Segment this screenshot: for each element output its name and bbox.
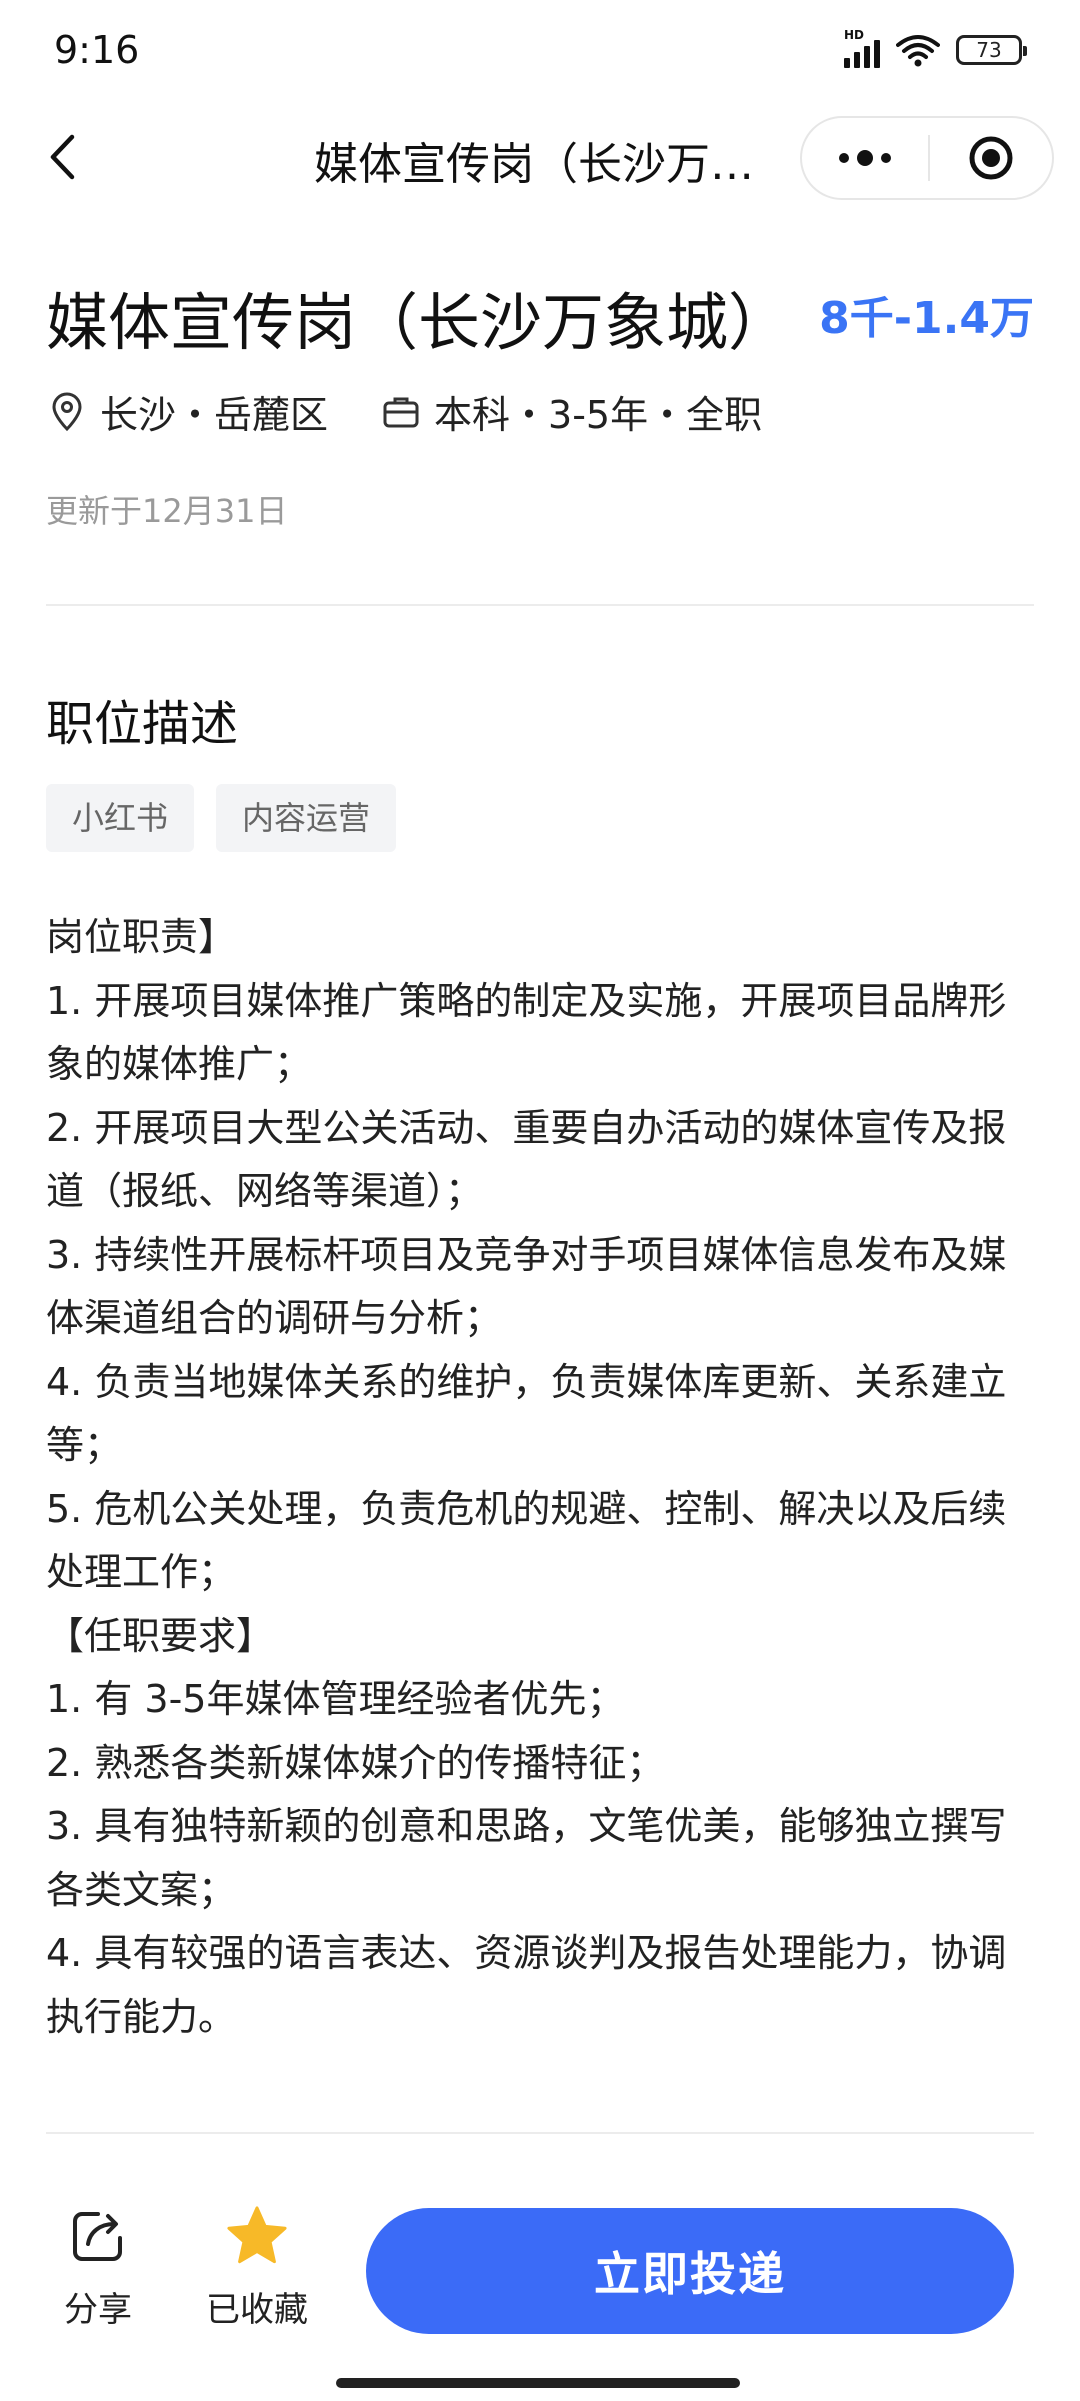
status-icons: HD 73 <box>844 28 1027 68</box>
hd-label: HD <box>844 28 865 42</box>
nav-bar: 媒体宣传岗（长沙万… <box>0 112 1080 202</box>
section-title: 职位描述 <box>46 696 239 752</box>
description-line: 1. 开展项目媒体推广策略的制定及实施，开展项目品牌形象的媒体推广； <box>46 978 1007 1087</box>
updated-date: 更新于12月31日 <box>46 492 288 530</box>
wifi-icon <box>896 35 940 67</box>
share-button[interactable]: 分享 <box>64 2204 132 2331</box>
job-salary: 8千-1.4万 <box>819 293 1034 344</box>
home-indicator <box>336 2378 740 2388</box>
status-bar: 9:16 HD 73 <box>0 0 1080 105</box>
description-line: 2. 熟悉各类新媒体媒介的传播特征； <box>46 1740 665 1785</box>
description-line: 1. 有 3-5年媒体管理经验者优先； <box>46 1677 625 1721</box>
job-description: 岗位职责】 1. 开展项目媒体推广策略的制定及实施，开展项目品牌形象的媒体推广；… <box>46 906 1036 2049</box>
description-line: 4. 具有较强的语言表达、资源谈判及报告处理能力，协调执行能力。 <box>46 1931 1007 2039</box>
description-line: 3. 具有独特新颖的创意和思路，文笔优美，能够独立撰写各类文案； <box>46 1804 1007 1912</box>
description-line: 5. 危机公关处理，负责危机的规避、控制、解决以及后续处理工作； <box>46 1486 1007 1595</box>
mini-program-capsule <box>800 116 1054 200</box>
battery-icon: 73 <box>956 35 1027 65</box>
description-line: 【任职要求】 <box>46 1613 275 1658</box>
bottom-action-bar: 分享 已收藏 立即投递 <box>0 2150 1080 2401</box>
job-meta: 长沙・岳麓区 本科・3-5年・全职 <box>46 384 762 439</box>
share-icon <box>66 2204 130 2268</box>
chevron-left-icon <box>50 134 75 180</box>
briefcase-icon <box>380 391 422 433</box>
star-filled-icon <box>225 2204 289 2268</box>
job-requirements: 本科・3-5年・全职 <box>434 393 763 437</box>
back-button[interactable] <box>40 132 84 182</box>
job-title: 媒体宣传岗（长沙万象城） <box>46 286 791 359</box>
skill-tags: 小红书 内容运营 <box>46 784 397 852</box>
target-close-icon <box>969 136 1013 180</box>
favorite-button[interactable]: 已收藏 <box>206 2204 308 2331</box>
description-line: 岗位职责】 <box>46 915 237 959</box>
battery-level: 73 <box>976 38 1002 62</box>
description-line: 4. 负责当地媒体关系的维护，负责媒体库更新、关系建立等； <box>46 1359 1007 1468</box>
skill-tag: 小红书 <box>46 784 195 852</box>
nav-title: 媒体宣传岗（长沙万… <box>314 139 754 190</box>
close-button[interactable] <box>930 118 1052 198</box>
more-button[interactable] <box>802 118 928 198</box>
job-location: 长沙・岳麓区 <box>100 393 329 437</box>
location-pin-icon <box>46 391 88 433</box>
bottom-divider <box>46 2132 1034 2134</box>
status-time: 9:16 <box>54 28 140 72</box>
skill-tag: 内容运营 <box>216 784 397 852</box>
favorite-label: 已收藏 <box>206 2290 308 2330</box>
description-line: 3. 持续性开展标杆项目及竞争对手项目媒体信息发布及媒体渠道组合的调研与分析； <box>46 1232 1007 1341</box>
section-divider <box>46 604 1034 606</box>
apply-button[interactable]: 立即投递 <box>366 2208 1014 2334</box>
share-label: 分享 <box>64 2290 132 2330</box>
signal-icon: HD <box>844 28 880 68</box>
description-line: 2. 开展项目大型公关活动、重要自办活动的媒体宣传及报道（报纸、网络等渠道）； <box>46 1105 1007 1214</box>
